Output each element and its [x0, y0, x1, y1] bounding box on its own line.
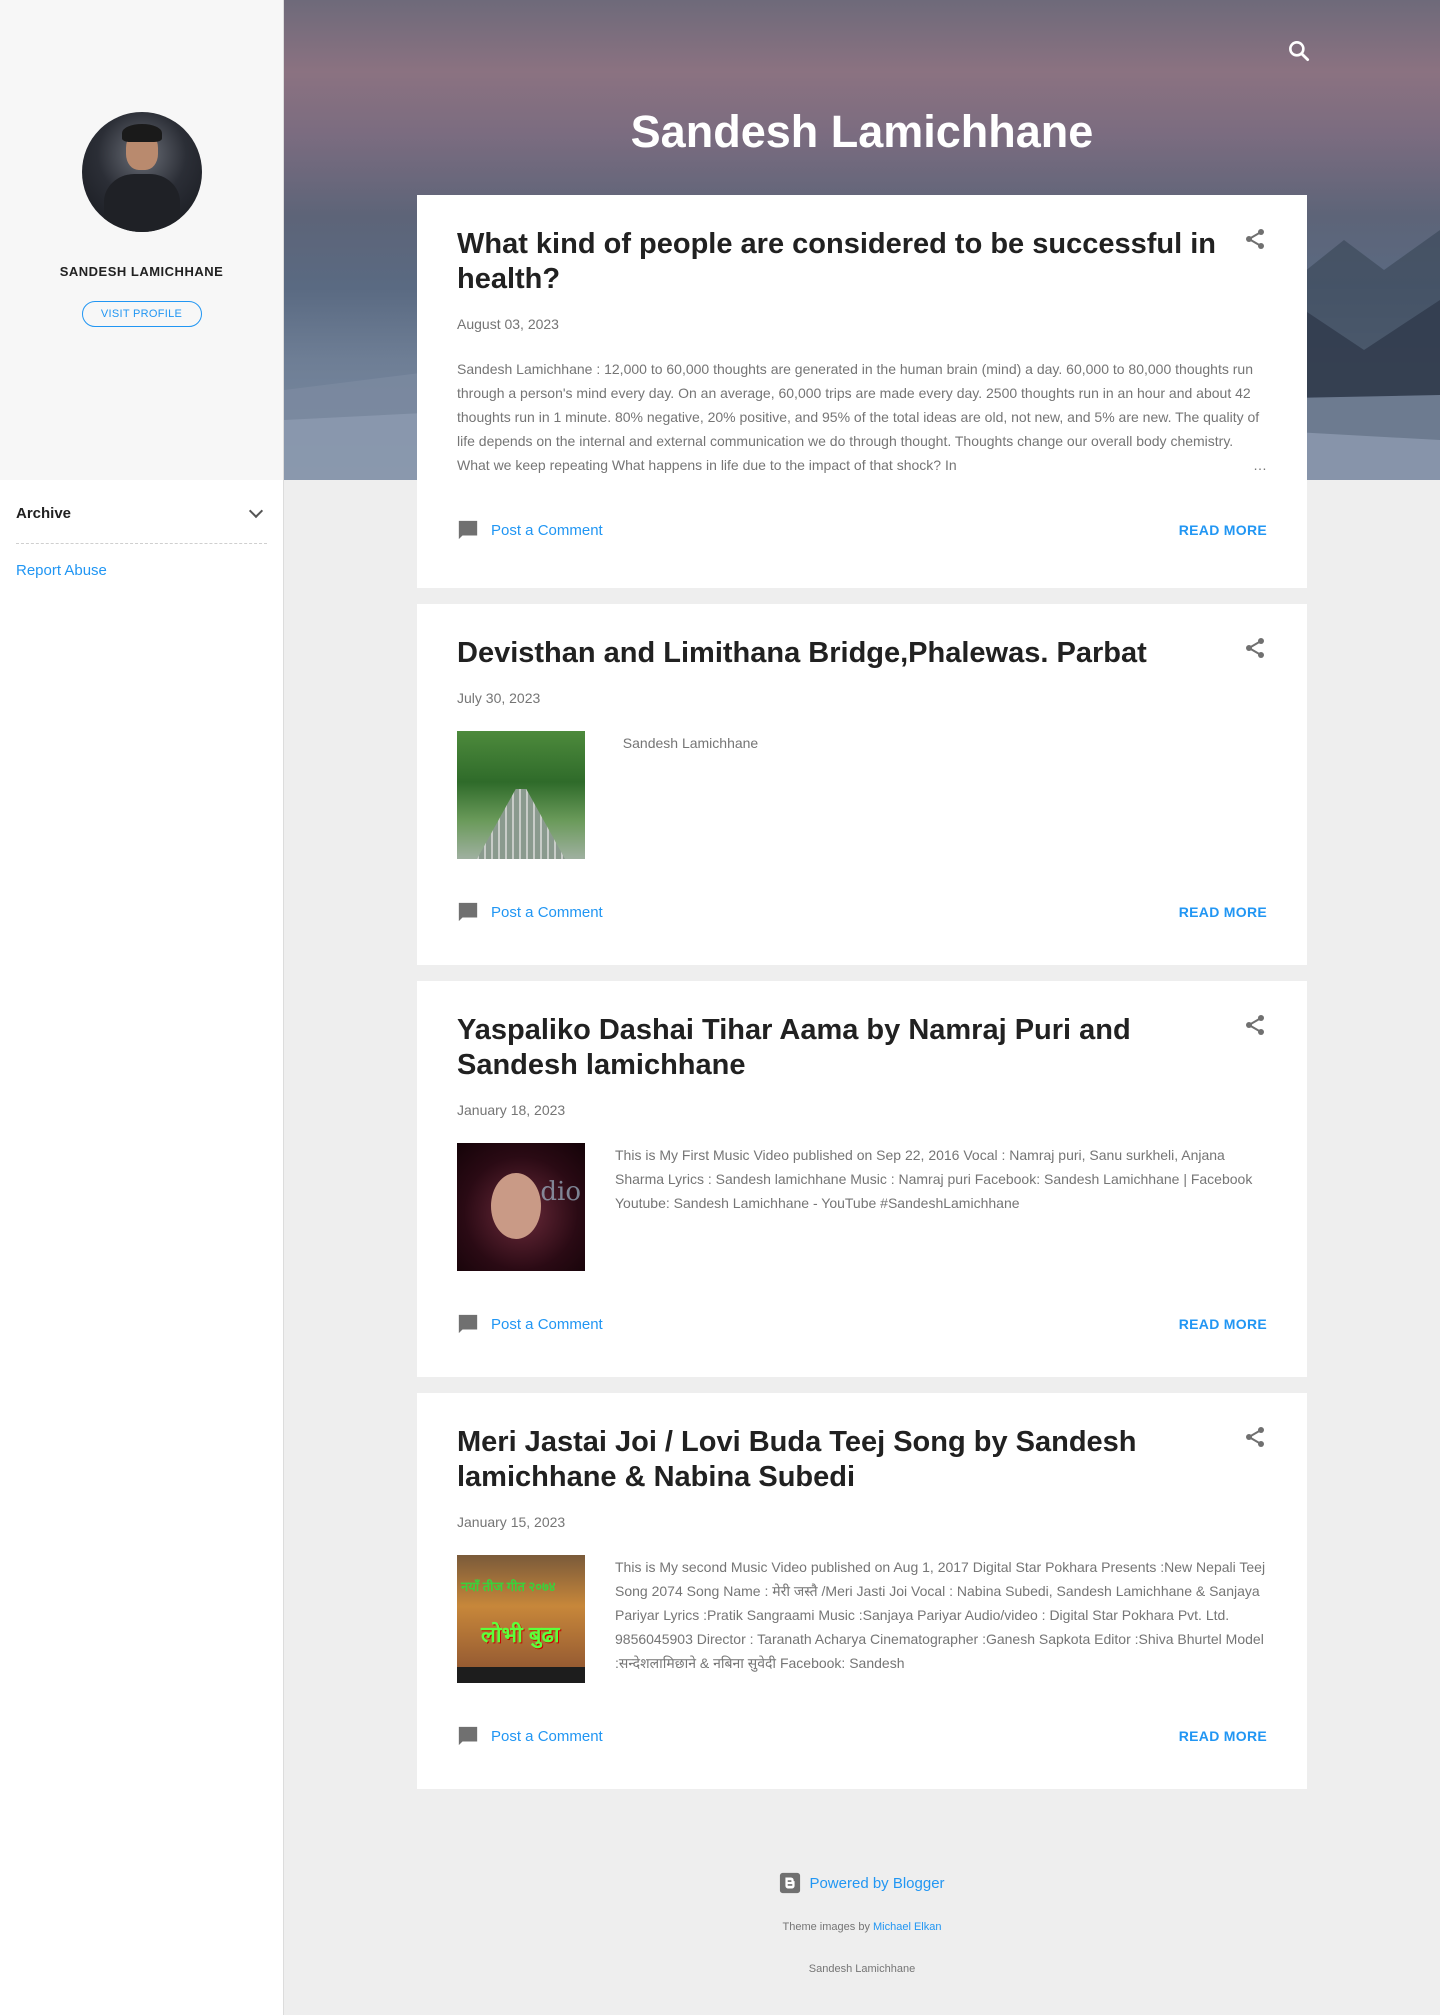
visit-profile-button[interactable]: VISIT PROFILE	[81, 301, 202, 327]
sidebar: SANDESH LAMICHHANE VISIT PROFILE Archive…	[0, 0, 284, 2015]
share-icon[interactable]	[1243, 636, 1267, 660]
avatar[interactable]	[81, 112, 202, 232]
post-date[interactable]: January 18, 2023	[457, 1102, 1267, 1118]
post-comment-label: Post a Comment	[491, 1315, 603, 1333]
post-comment-link[interactable]: Post a Comment	[457, 519, 603, 541]
post-body: Sandesh Lamichhane	[457, 731, 1267, 859]
post-list: What kind of people are considered to be…	[417, 195, 1307, 1805]
powered-by-blogger-link[interactable]: Powered by Blogger	[779, 1872, 945, 1894]
sidebar-widgets: Archive Report Abuse	[0, 480, 283, 579]
post-title[interactable]: What kind of people are considered to be…	[457, 227, 1217, 297]
post-thumbnail[interactable]	[457, 731, 585, 859]
theme-credit-prefix: Theme images by	[782, 1921, 873, 1933]
read-more-button[interactable]: READ MORE	[1179, 1316, 1267, 1332]
post-body: Sandesh Lamichhane : 12,000 to 60,000 th…	[457, 357, 1267, 477]
post-comment-label: Post a Comment	[491, 903, 603, 921]
post-comment-label: Post a Comment	[491, 1727, 603, 1745]
thumbnail-title: लोभी बुढा	[481, 1622, 560, 1647]
powered-by-label: Powered by Blogger	[809, 1874, 945, 1892]
post-snippet: Sandesh Lamichhane	[615, 735, 759, 751]
theme-credit: Theme images by Michael Elkan	[284, 1921, 1440, 1933]
page-footer: Powered by Blogger Theme images by Micha…	[284, 1872, 1440, 1975]
post-date[interactable]: August 03, 2023	[457, 316, 1267, 332]
post-comment-label: Post a Comment	[491, 521, 603, 539]
post-footer: Post a Comment READ MORE	[457, 477, 1267, 583]
post-card: Devisthan and Limithana Bridge,Phalewas.…	[417, 604, 1307, 965]
theme-author-link[interactable]: Michael Elkan	[873, 1921, 941, 1933]
post-snippet: This is My First Music Video published o…	[615, 1147, 1253, 1211]
comment-icon	[458, 520, 478, 540]
post-body: नयाँ तीज गीत २०७४ लोभी बुढा This is My s…	[457, 1555, 1267, 1683]
search-icon[interactable]	[1286, 38, 1312, 64]
thumbnail-caption: नयाँ तीज गीत २०७४	[461, 1579, 556, 1594]
post-body: dio This is My First Music Video publish…	[457, 1143, 1267, 1271]
comment-icon	[458, 1726, 478, 1746]
post-comment-link[interactable]: Post a Comment	[457, 901, 603, 923]
post-footer: Post a Comment READ MORE	[457, 1683, 1267, 1789]
post-footer: Post a Comment READ MORE	[457, 1271, 1267, 1377]
post-comment-link[interactable]: Post a Comment	[457, 1725, 603, 1747]
archive-toggle[interactable]: Archive	[16, 498, 267, 544]
profile-widget: SANDESH LAMICHHANE VISIT PROFILE	[0, 0, 283, 480]
profile-name[interactable]: SANDESH LAMICHHANE	[0, 264, 283, 279]
share-icon[interactable]	[1243, 1013, 1267, 1037]
post-snippet-text: Sandesh Lamichhane : 12,000 to 60,000 th…	[457, 361, 1260, 473]
comment-icon	[458, 1314, 478, 1334]
share-icon[interactable]	[1243, 227, 1267, 251]
post-title[interactable]: Devisthan and Limithana Bridge,Phalewas.…	[457, 636, 1217, 671]
archive-title: Archive	[16, 505, 72, 522]
read-more-button[interactable]: READ MORE	[1179, 904, 1267, 920]
footer-site-name: Sandesh Lamichhane	[808, 1963, 916, 1975]
report-abuse-link[interactable]: Report Abuse	[16, 562, 267, 579]
post-comment-link[interactable]: Post a Comment	[457, 1313, 603, 1335]
post-title[interactable]: Yaspaliko Dashai Tihar Aama by Namraj Pu…	[457, 1013, 1217, 1083]
post-footer: Post a Comment READ MORE	[457, 859, 1267, 965]
post-date[interactable]: July 30, 2023	[457, 690, 1267, 706]
chevron-down-icon[interactable]	[248, 503, 264, 518]
thumbnail-text: dio	[540, 1177, 581, 1207]
post-card: Meri Jastai Joi / Lovi Buda Teej Song by…	[417, 1393, 1307, 1789]
blogger-icon	[780, 1872, 801, 1894]
post-title[interactable]: Meri Jastai Joi / Lovi Buda Teej Song by…	[457, 1425, 1217, 1495]
post-card: Yaspaliko Dashai Tihar Aama by Namraj Pu…	[417, 981, 1307, 1377]
blog-title[interactable]: Sandesh Lamichhane	[284, 106, 1440, 158]
post-date[interactable]: January 15, 2023	[457, 1514, 1267, 1530]
post-thumbnail[interactable]: dio	[457, 1143, 585, 1271]
read-more-button[interactable]: READ MORE	[1179, 1728, 1267, 1744]
post-snippet: Sandesh Lamichhane : 12,000 to 60,000 th…	[457, 357, 1267, 477]
post-card: What kind of people are considered to be…	[417, 195, 1307, 588]
read-more-button[interactable]: READ MORE	[1179, 522, 1267, 538]
comment-icon	[458, 902, 478, 922]
share-icon[interactable]	[1243, 1425, 1267, 1449]
snippet-ellipsis: …	[1177, 453, 1267, 477]
post-snippet: This is My second Music Video published …	[615, 1559, 1266, 1671]
post-thumbnail[interactable]: नयाँ तीज गीत २०७४ लोभी बुढा	[457, 1555, 585, 1683]
